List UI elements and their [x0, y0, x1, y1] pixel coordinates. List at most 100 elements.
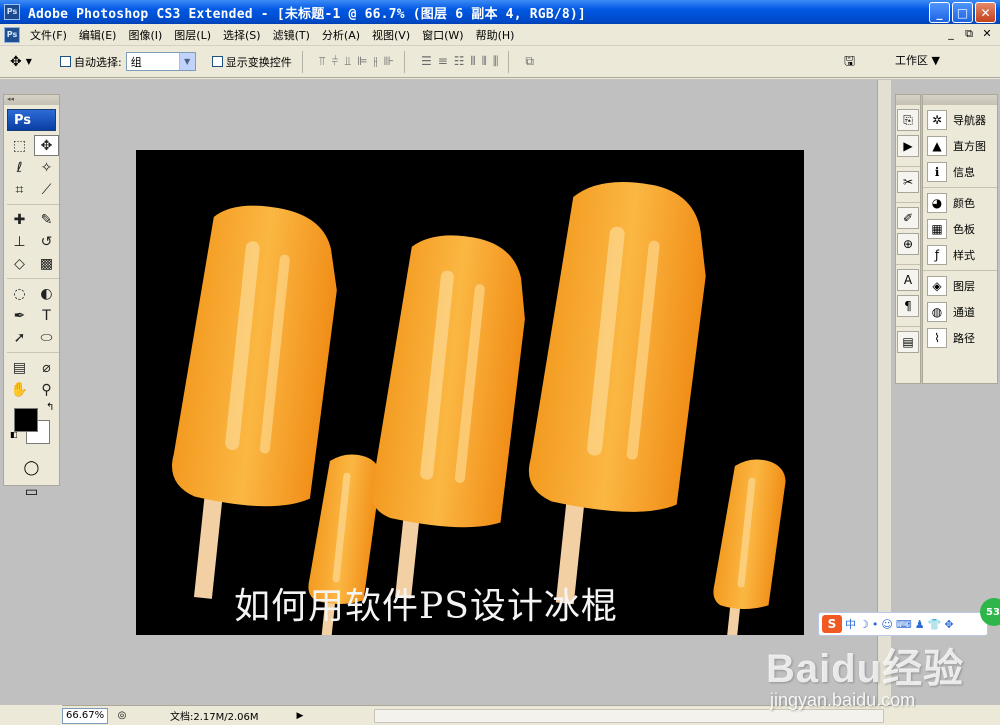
- menu-image[interactable]: 图像(I): [122, 27, 168, 43]
- distribute-right-icon[interactable]: ⫼: [493, 54, 499, 69]
- align-bottom-icon[interactable]: ⫫: [344, 54, 351, 69]
- panel-layers[interactable]: ◈ 图层: [923, 273, 997, 299]
- auto-select-checkbox[interactable]: [60, 56, 71, 67]
- menu-filter[interactable]: 滤镜(T): [267, 27, 316, 43]
- lasso-tool-icon[interactable]: ℓ: [7, 157, 32, 178]
- green-badge-icon[interactable]: 53: [980, 598, 1000, 626]
- menu-analysis[interactable]: 分析(A): [316, 27, 366, 43]
- menu-layer[interactable]: 图层(L): [168, 27, 217, 43]
- quick-mask-icon[interactable]: ◯: [4, 456, 59, 480]
- zoom-input[interactable]: 66.67%: [62, 707, 108, 724]
- maximize-button[interactable]: □: [952, 2, 973, 23]
- tools-icon[interactable]: ✥: [944, 618, 953, 631]
- status-menu-arrow-icon[interactable]: ▶: [297, 711, 304, 721]
- paragraph-icon[interactable]: ¶: [897, 295, 919, 317]
- emoji-icon[interactable]: ☺: [881, 618, 892, 631]
- brushes-icon[interactable]: ✐: [897, 207, 919, 229]
- magic-wand-icon[interactable]: ✧: [34, 157, 59, 178]
- panel-dock-header[interactable]: [923, 95, 997, 105]
- type-tool-icon[interactable]: T: [34, 305, 59, 326]
- panel-info[interactable]: ℹ 信息: [923, 159, 997, 185]
- workspace-button[interactable]: 工作区 ▼: [895, 52, 940, 68]
- dot-icon[interactable]: •: [872, 618, 879, 631]
- document-icon[interactable]: Ps: [4, 26, 20, 43]
- menu-view[interactable]: 视图(V): [366, 27, 416, 43]
- align-top-icon[interactable]: ⫪: [319, 54, 326, 69]
- hand-tool-icon[interactable]: ✋: [7, 379, 32, 400]
- bridge-icon[interactable]: 🖫: [844, 52, 866, 70]
- minimize-button[interactable]: _: [929, 2, 950, 23]
- keyboard-icon[interactable]: ⌨: [896, 618, 912, 631]
- align-left-icon[interactable]: ⊫: [357, 54, 367, 69]
- character-icon[interactable]: A: [897, 269, 919, 291]
- menu-file[interactable]: 文件(F): [24, 27, 73, 43]
- horizontal-scrollbar[interactable]: [374, 709, 884, 723]
- menu-window[interactable]: 窗口(W): [416, 27, 469, 43]
- doc-minimize-button[interactable]: _: [944, 27, 958, 41]
- panel-channels[interactable]: ◍ 通道: [923, 299, 997, 325]
- panel-paths[interactable]: ⌇ 路径: [923, 325, 997, 351]
- swap-colors-icon[interactable]: ↰: [46, 402, 54, 413]
- close-button[interactable]: ✕: [975, 2, 996, 23]
- panel-navigator[interactable]: ✲ 导航器: [923, 107, 997, 133]
- ellipse-tool-icon[interactable]: ⬭: [34, 327, 59, 348]
- menu-edit[interactable]: 编辑(E): [73, 27, 123, 43]
- align-right-icon[interactable]: ⊪: [383, 54, 393, 69]
- crop-tool-icon[interactable]: ⌗: [7, 179, 32, 200]
- distribute-hcenter-icon[interactable]: ⦀: [482, 54, 487, 69]
- dock-header[interactable]: [896, 95, 920, 105]
- align-hcenter-icon[interactable]: ⫲: [374, 54, 378, 69]
- pen-tool-icon[interactable]: ✒: [7, 305, 32, 326]
- layer-comps-icon[interactable]: ▤: [897, 331, 919, 353]
- distribute-top-icon[interactable]: ☰: [421, 54, 432, 69]
- distribute-left-icon[interactable]: ⫴: [471, 54, 476, 69]
- show-transform-checkbox[interactable]: [211, 56, 223, 67]
- panel-styles[interactable]: ƒ 样式: [923, 242, 997, 268]
- history-brush-icon[interactable]: ↺: [34, 231, 59, 252]
- ime-mode-label[interactable]: 中: [845, 616, 856, 632]
- history-icon[interactable]: ⎘: [897, 109, 919, 131]
- notes-tool-icon[interactable]: ▤: [7, 357, 32, 378]
- panel-color[interactable]: ◕ 颜色: [923, 190, 997, 216]
- doc-restore-button[interactable]: ⧉: [962, 27, 976, 41]
- photoshop-logo[interactable]: Ps: [7, 109, 56, 131]
- skin-icon[interactable]: 👕: [928, 618, 942, 631]
- show-transform-option[interactable]: 显示变换控件: [211, 54, 292, 70]
- menu-help[interactable]: 帮助(H): [470, 27, 521, 43]
- document-canvas[interactable]: 如何用软件PS设计冰棍: [136, 150, 804, 635]
- blur-tool-icon[interactable]: ◌: [7, 283, 32, 304]
- menu-select[interactable]: 选择(S): [217, 27, 267, 43]
- path-select-icon[interactable]: ➚: [7, 327, 32, 348]
- eyedropper-icon[interactable]: ⌀: [34, 357, 59, 378]
- screen-mode-icon[interactable]: ▭: [4, 480, 59, 504]
- punctuation-icon[interactable]: ☽: [859, 618, 869, 631]
- distribute-bottom-icon[interactable]: ☷: [454, 54, 465, 69]
- clone-stamp-icon[interactable]: ⊥: [7, 231, 32, 252]
- panel-histogram[interactable]: ▲ 直方图: [923, 133, 997, 159]
- auto-select-option[interactable]: 自动选择:: [60, 54, 122, 70]
- foreground-color-swatch[interactable]: [14, 408, 38, 432]
- doc-close-button[interactable]: ✕: [980, 27, 994, 41]
- marquee-tool-icon[interactable]: ⬚: [7, 135, 32, 156]
- tool-presets-icon[interactable]: ✂: [897, 171, 919, 193]
- healing-brush-icon[interactable]: ✚: [7, 209, 32, 230]
- sogou-logo-icon[interactable]: S: [822, 615, 842, 633]
- align-vcenter-icon[interactable]: ⫩: [332, 54, 339, 69]
- brush-tool-icon[interactable]: ✎: [34, 209, 59, 230]
- auto-align-icon[interactable]: ⧉: [525, 54, 534, 69]
- status-info-icon[interactable]: ◎: [114, 710, 130, 721]
- zoom-tool-icon[interactable]: ⚲: [34, 379, 59, 400]
- user-icon[interactable]: ♟: [915, 618, 925, 631]
- tool-preset-picker[interactable]: ✥ ▼: [10, 50, 50, 74]
- panel-swatches[interactable]: ▦ 色板: [923, 216, 997, 242]
- clone-source-icon[interactable]: ⊕: [897, 233, 919, 255]
- eraser-tool-icon[interactable]: ◇: [7, 253, 32, 274]
- actions-icon[interactable]: ▶: [897, 135, 919, 157]
- tools-panel-header[interactable]: ◂◂: [4, 95, 59, 105]
- dodge-tool-icon[interactable]: ◐: [34, 283, 59, 304]
- distribute-vcenter-icon[interactable]: ≡: [438, 54, 448, 69]
- auto-select-dropdown[interactable]: 组 ▼: [125, 52, 196, 71]
- slice-tool-icon[interactable]: ⟋: [34, 179, 59, 200]
- gradient-tool-icon[interactable]: ▩: [34, 253, 59, 274]
- move-tool-icon[interactable]: ✥: [34, 135, 59, 156]
